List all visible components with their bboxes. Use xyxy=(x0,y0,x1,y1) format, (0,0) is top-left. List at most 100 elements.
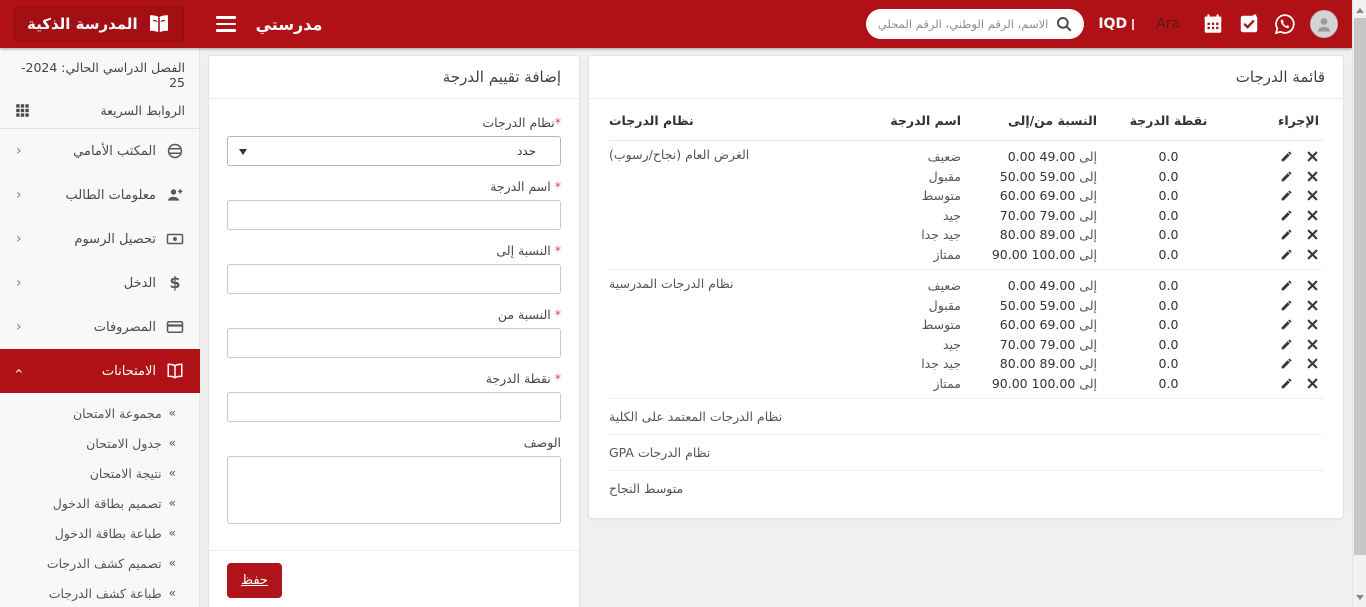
edit-icon[interactable] xyxy=(1280,228,1293,241)
grade-name-input[interactable] xyxy=(227,200,561,230)
sidebar-subitem-label: مجموعة الامتحان xyxy=(73,406,162,421)
save-button[interactable]: حفظ xyxy=(227,563,282,598)
grade-point-input[interactable] xyxy=(227,392,561,422)
row-actions xyxy=(1226,357,1323,370)
grade-range: إلى 80.00 89.00 xyxy=(961,227,1111,243)
tasks-checkbox-icon[interactable] xyxy=(1238,13,1260,35)
delete-icon[interactable] xyxy=(1306,318,1319,331)
row-actions xyxy=(1226,189,1323,202)
user-avatar[interactable] xyxy=(1310,10,1338,38)
edit-icon[interactable] xyxy=(1280,189,1293,202)
chevron-left-icon: ‹ xyxy=(16,320,22,334)
top-navbar: المدرسة الذكية مدرستي IQD Ara xyxy=(0,0,1352,48)
edit-icon[interactable] xyxy=(1280,357,1293,370)
row-actions xyxy=(1226,377,1323,390)
grade-point: 0.0 xyxy=(1111,208,1226,224)
header-grading-system: نظام الدرجات xyxy=(609,113,881,128)
delete-icon[interactable] xyxy=(1306,338,1319,351)
scroll-down-arrow[interactable] xyxy=(1353,589,1366,605)
sidebar-item[interactable]: $ الدخل ‹ xyxy=(0,261,200,305)
row-actions xyxy=(1226,338,1323,351)
delete-icon[interactable] xyxy=(1306,189,1319,202)
scrollbar-thumb[interactable] xyxy=(1354,18,1366,555)
sidebar-subitem-label: طباعة بطاقة الدخول xyxy=(55,526,162,541)
expenses-icon xyxy=(166,318,184,336)
delete-icon[interactable] xyxy=(1306,209,1319,222)
grading-system-name: نظام الدرجات المعتمد على الكلية xyxy=(609,399,1323,435)
hamburger-menu-icon[interactable] xyxy=(216,16,236,32)
grading-system-select[interactable]: حدد xyxy=(227,136,561,166)
sidebar-subitem[interactable]: « تصميم بطاقة الدخول xyxy=(0,488,200,518)
sidebar-item[interactable]: المكتب الأمامي ‹ xyxy=(0,129,200,173)
grade-range: إلى 50.00 59.00 xyxy=(961,298,1111,314)
grade-range: إلى 0.00 49.00 xyxy=(961,278,1111,294)
grade-group: نظام الدرجات المدرسية ضعيف إلى 0.00 49.0… xyxy=(609,270,1323,399)
sidebar-item-exams[interactable]: الامتحانات ‹ xyxy=(0,349,200,393)
edit-icon[interactable] xyxy=(1280,338,1293,351)
grade-name: جيد xyxy=(881,337,961,353)
sidebar-subitem[interactable]: « طباعة بطاقة الدخول xyxy=(0,518,200,548)
grade-name: مقبول xyxy=(881,169,961,185)
row-actions xyxy=(1226,228,1323,241)
sidebar-item-label: المصروفات xyxy=(94,320,156,335)
row-actions xyxy=(1226,299,1323,312)
delete-icon[interactable] xyxy=(1306,299,1319,312)
sidebar-item-label: المكتب الأمامي xyxy=(73,144,156,159)
sidebar: الفصل الدراسي الحالي: 2024-25 الروابط ال… xyxy=(0,48,200,607)
edit-icon[interactable] xyxy=(1280,170,1293,183)
delete-icon[interactable] xyxy=(1306,279,1319,292)
required-asterisk: * xyxy=(555,371,561,386)
vertical-scrollbar[interactable] xyxy=(1352,0,1366,607)
delete-icon[interactable] xyxy=(1306,150,1319,163)
current-semester: الفصل الدراسي الحالي: 2024-25 xyxy=(15,60,185,90)
percent-to-input[interactable] xyxy=(227,264,561,294)
header-range: النسبة من/إلى xyxy=(961,113,1111,128)
sidebar-subitem[interactable]: « مجموعة الامتحان xyxy=(0,398,200,428)
delete-icon[interactable] xyxy=(1306,228,1319,241)
required-asterisk: * xyxy=(555,307,561,322)
field-label: *النسبة من xyxy=(227,307,561,322)
search-input[interactable] xyxy=(866,9,1084,39)
grade-group: الغرض العام (نجاح/رسوب) ضعيف إلى 0.00 49… xyxy=(609,141,1323,270)
global-search xyxy=(866,9,1084,39)
edit-icon[interactable] xyxy=(1280,377,1293,390)
sidebar-subitem[interactable]: « جدول الامتحان xyxy=(0,428,200,458)
delete-icon[interactable] xyxy=(1306,357,1319,370)
row-actions xyxy=(1226,248,1323,261)
sidebar-subitem[interactable]: « نتيجة الامتحان xyxy=(0,458,200,488)
edit-icon[interactable] xyxy=(1280,318,1293,331)
scroll-up-arrow[interactable] xyxy=(1353,2,1366,18)
grade-range: إلى 60.00 69.00 xyxy=(961,188,1111,204)
double-chevron-icon: « xyxy=(169,436,176,450)
add-grade-title: إضافة تقييم الدرجة xyxy=(209,56,579,99)
edit-icon[interactable] xyxy=(1280,299,1293,312)
fee-collection-icon xyxy=(166,230,184,248)
sidebar-item[interactable]: المصروفات ‹ xyxy=(0,305,200,349)
sidebar-item[interactable]: معلومات الطالب ‹ xyxy=(0,173,200,217)
quick-links[interactable]: الروابط السريعة xyxy=(15,103,185,118)
grade-row: جيد إلى 70.00 79.00 0.0 xyxy=(881,335,1323,355)
grade-range: إلى 70.00 79.00 xyxy=(961,337,1111,353)
calendar-icon[interactable] xyxy=(1202,13,1224,35)
grade-row: مقبول إلى 50.00 59.00 0.0 xyxy=(881,296,1323,316)
currency-selector[interactable]: IQD xyxy=(1098,16,1134,32)
language-selector[interactable]: Ara xyxy=(1156,16,1180,32)
edit-icon[interactable] xyxy=(1280,279,1293,292)
sidebar-subitem[interactable]: « طباعة كشف الدرجات xyxy=(0,578,200,607)
grade-point: 0.0 xyxy=(1111,247,1226,263)
delete-icon[interactable] xyxy=(1306,170,1319,183)
percent-from-input[interactable] xyxy=(227,328,561,358)
delete-icon[interactable] xyxy=(1306,248,1319,261)
delete-icon[interactable] xyxy=(1306,377,1319,390)
whatsapp-icon[interactable] xyxy=(1274,13,1296,35)
grade-row: ممتاز إلى 90.00 100.00 0.0 xyxy=(881,374,1323,394)
school-logo[interactable]: المدرسة الذكية xyxy=(14,6,184,42)
edit-icon[interactable] xyxy=(1280,209,1293,222)
field-label: *اسم الدرجة xyxy=(227,179,561,194)
edit-icon[interactable] xyxy=(1280,150,1293,163)
edit-icon[interactable] xyxy=(1280,248,1293,261)
description-textarea[interactable] xyxy=(227,456,561,524)
grade-range: إلى 90.00 100.00 xyxy=(961,376,1111,392)
sidebar-subitem[interactable]: « تصميم كشف الدرجات xyxy=(0,548,200,578)
sidebar-item[interactable]: تحصيل الرسوم ‹ xyxy=(0,217,200,261)
